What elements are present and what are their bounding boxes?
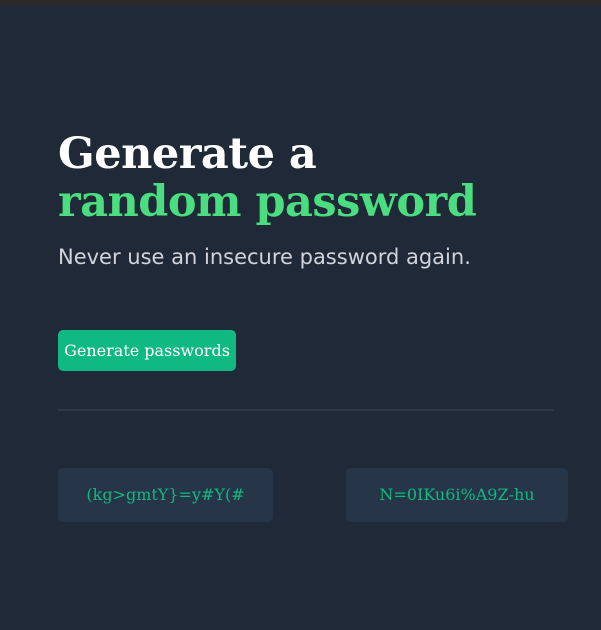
section-divider (58, 409, 554, 411)
password-generator: Generate a random password Never use an … (0, 0, 601, 630)
page-title: Generate a random password (58, 129, 477, 227)
password-output-1[interactable]: (kg>gmtY}=y#Y(# (58, 468, 273, 522)
title-line-2-accent: random password (58, 177, 477, 227)
title-line-1: Generate a (58, 129, 317, 179)
generate-passwords-button[interactable]: Generate passwords (58, 330, 236, 371)
page-subtitle: Never use an insecure password again. (58, 245, 471, 269)
password-output-2[interactable]: N=0IKu6i%A9Z-hu (346, 468, 568, 522)
